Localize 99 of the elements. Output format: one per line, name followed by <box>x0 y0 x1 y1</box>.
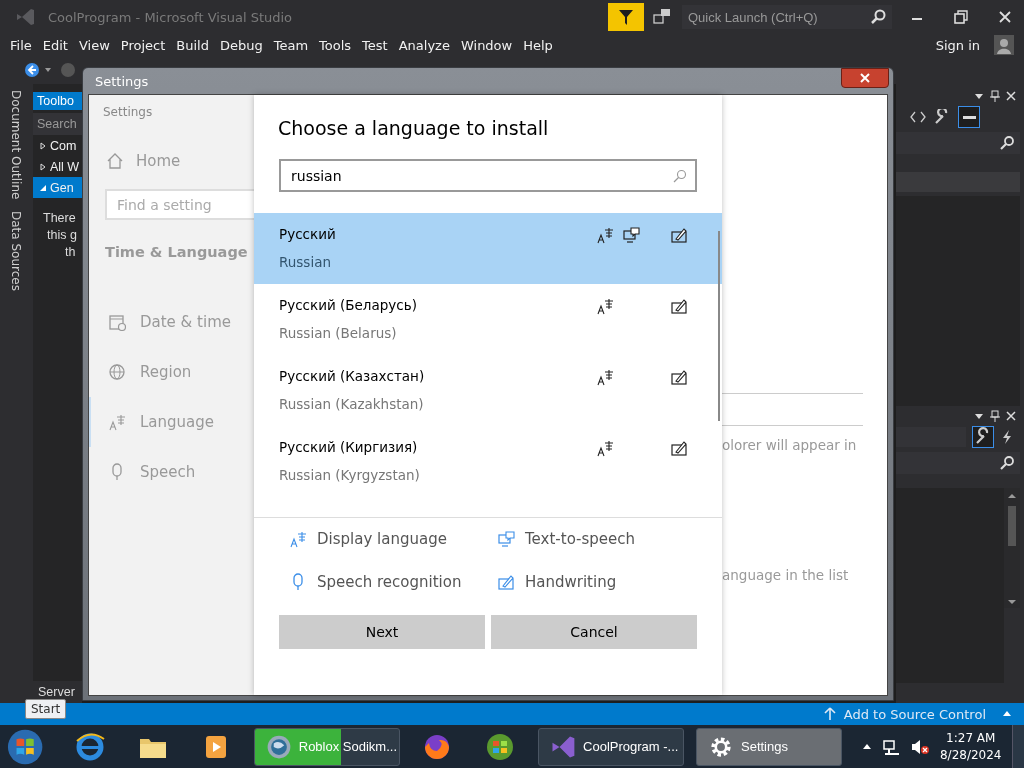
panel-tab[interactable]: Toolbo <box>33 92 82 110</box>
up-arrow-icon <box>823 707 836 721</box>
filter-icon[interactable] <box>608 3 644 31</box>
menu-item[interactable]: Project <box>115 37 172 53</box>
side-tab[interactable]: Data Sources <box>0 211 30 292</box>
search-icon <box>1000 456 1014 470</box>
legend-label: Speech recognition <box>317 573 462 591</box>
native-name: Русский (Беларусь) <box>279 297 418 313</box>
close-icon[interactable] <box>998 10 1012 24</box>
close-icon[interactable] <box>1006 91 1016 101</box>
search-field[interactable] <box>896 452 1020 474</box>
english-name: Russian (Kazakhstan) <box>279 396 425 412</box>
language-option[interactable]: Русский (Киргизия) Russian (Kyrgyzstan) <box>254 426 722 497</box>
language-icon <box>289 530 307 548</box>
close-icon <box>860 73 870 83</box>
tree-item[interactable]: Com <box>33 135 82 156</box>
collapsed-arrow-icon <box>39 141 47 150</box>
close-icon[interactable] <box>1006 411 1016 421</box>
home-icon <box>106 152 124 170</box>
menu-item[interactable]: View <box>73 37 116 53</box>
english-name: Russian (Kyrgyzstan) <box>279 467 421 483</box>
english-name: Russian <box>279 254 332 270</box>
message-text: this g <box>46 227 78 244</box>
menu-item[interactable]: Team <box>268 37 315 53</box>
toolbar-icon[interactable] <box>958 106 980 128</box>
menu-item[interactable]: File <box>5 37 38 53</box>
sign-in-link[interactable]: Sign in <box>930 37 986 53</box>
clock-date[interactable]: 8/28/2024 <box>939 746 1002 764</box>
message-text: There <box>43 210 77 227</box>
menu-item[interactable]: Test <box>357 37 394 53</box>
search-field[interactable]: Quick Launch (Ctrl+Q) <box>682 5 892 29</box>
pin-icon[interactable] <box>990 90 1000 102</box>
side-tab[interactable]: Document Outline <box>0 90 30 200</box>
calendar-icon <box>108 313 126 331</box>
message-text: th <box>64 244 77 261</box>
wrench-icon[interactable] <box>934 109 950 125</box>
search-field[interactable] <box>896 132 1020 154</box>
scrollbar-thumb-icon <box>718 231 720 421</box>
app-title: Settings <box>102 104 154 119</box>
menu-item[interactable]: Edit <box>37 37 74 53</box>
window-title: Settings <box>95 73 149 89</box>
expanded-arrow-icon <box>39 183 47 192</box>
legend-label: Text-to-speech <box>525 530 636 548</box>
source-control-button[interactable]: Add to Source Control <box>843 706 986 722</box>
language-option[interactable]: Русский (Беларусь) Russian (Belarus) <box>254 284 722 355</box>
tooltip: Start <box>25 699 67 719</box>
legend-label: Handwriting <box>525 573 617 591</box>
restore-icon[interactable] <box>954 10 968 24</box>
taskbar-button[interactable]: Roblox Sodikm... <box>253 727 400 766</box>
menu-item[interactable]: Debug <box>214 37 269 53</box>
window-title: CoolProgram - Microsoft Visual Studio <box>48 9 293 25</box>
back-icon[interactable] <box>24 62 40 78</box>
english-name: Russian (Belarus) <box>279 325 398 341</box>
pin-icon[interactable] <box>990 410 1000 422</box>
menu-item[interactable]: Window <box>455 37 519 53</box>
dialog-button[interactable]: Next <box>279 615 485 649</box>
menu-item[interactable]: Help <box>518 37 559 53</box>
description-text: olorer will appear in <box>722 437 857 453</box>
language-option[interactable]: Русский (Казахстан) Russian (Kazakhstan) <box>254 355 722 426</box>
pen-icon <box>497 573 515 591</box>
description-text: anguage in the list <box>722 567 849 583</box>
native-name: Русский <box>279 226 337 242</box>
legend-label: Display language <box>317 530 447 548</box>
combo-field[interactable] <box>896 427 966 447</box>
tree-item[interactable]: Gen <box>33 177 82 198</box>
clock-time[interactable]: 1:27 AM <box>939 729 1002 747</box>
close-button[interactable] <box>841 68 889 88</box>
globe-icon <box>108 363 126 381</box>
native-name: Русский (Киргизия) <box>279 439 419 455</box>
feedback-icon[interactable] <box>652 7 672 27</box>
menu-item[interactable]: Analyze <box>393 37 456 53</box>
search-field[interactable]: Search <box>33 113 82 135</box>
taskbar-button[interactable]: Settings <box>696 727 842 766</box>
native-name: Русский (Казахстан) <box>279 368 426 384</box>
wrench-icon[interactable] <box>972 426 994 448</box>
lightning-icon[interactable] <box>1000 429 1014 445</box>
language-icon <box>108 413 126 431</box>
language-option[interactable]: Русский Russian <box>254 213 722 284</box>
menu-item[interactable]: Build <box>171 37 215 53</box>
search-field[interactable]: Find a setting <box>105 189 254 220</box>
section-heading: Time & Language <box>104 243 249 260</box>
search-icon <box>870 9 886 25</box>
dropdown-icon[interactable] <box>974 411 984 421</box>
app-logo-icon <box>14 6 36 28</box>
taskbar-button[interactable]: CoolProgram -... <box>538 727 684 766</box>
tree-item[interactable]: All W <box>33 156 82 177</box>
dialog-button[interactable]: Cancel <box>491 615 697 649</box>
dialog-title: Choose a language to install <box>277 116 550 139</box>
search-icon <box>673 169 687 183</box>
collapsed-arrow-icon <box>39 162 47 171</box>
network-icon[interactable] <box>881 737 900 756</box>
speech-monitor-icon <box>497 530 515 548</box>
muted-speaker-icon[interactable] <box>909 737 930 756</box>
menu-item[interactable]: Tools <box>314 37 358 53</box>
account-icon[interactable] <box>994 35 1014 55</box>
search-icon <box>1000 136 1014 150</box>
search-field[interactable]: russian <box>279 159 697 192</box>
code-icon[interactable] <box>910 110 926 124</box>
dropdown-icon[interactable] <box>974 91 984 101</box>
